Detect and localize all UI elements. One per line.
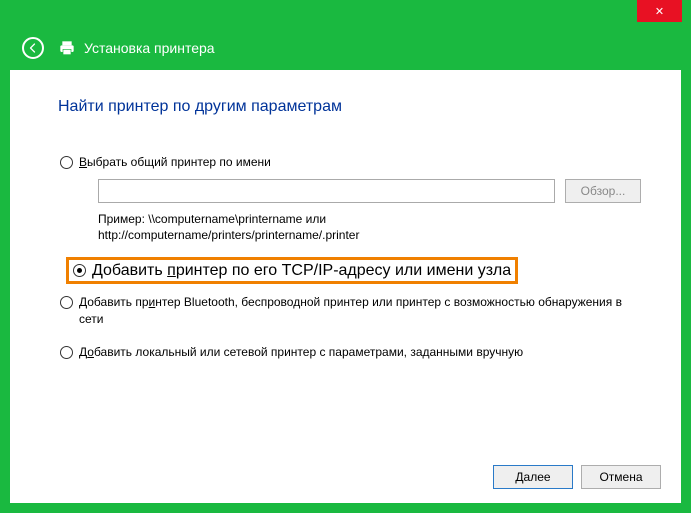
radio-local-manual[interactable] xyxy=(60,346,73,359)
close-button[interactable]: ✕ xyxy=(637,0,682,22)
titlebar: ✕ xyxy=(0,0,691,28)
browse-button: Обзор... xyxy=(565,179,641,203)
wizard-title: Установка принтера xyxy=(84,40,215,56)
next-button[interactable]: Далее xyxy=(493,465,573,489)
footer-buttons: Далее Отмена xyxy=(493,465,661,489)
page-heading: Найти принтер по другим параметрам xyxy=(58,98,641,116)
arrow-left-icon xyxy=(27,42,39,54)
radio-tcpip[interactable] xyxy=(73,264,86,277)
printer-icon xyxy=(58,40,76,56)
option-bluetooth-wireless[interactable]: Добавить принтер Bluetooth, беспроводной… xyxy=(60,294,641,328)
options-group: Выбрать общий принтер по имени Обзор... … xyxy=(60,154,641,361)
option-shared-by-name[interactable]: Выбрать общий принтер по имени xyxy=(60,154,641,171)
close-icon: ✕ xyxy=(655,5,664,18)
option-label: Добавить локальный или сетевой принтер с… xyxy=(79,344,523,361)
cancel-button[interactable]: Отмена xyxy=(581,465,661,489)
option-tcpip-highlighted[interactable]: Добавить принтер по его TCP/IP-адресу ил… xyxy=(66,257,518,284)
printer-name-input[interactable] xyxy=(98,179,555,203)
radio-shared-by-name[interactable] xyxy=(60,156,73,169)
content-area: Найти принтер по другим параметрам Выбра… xyxy=(10,70,681,503)
name-input-row: Обзор... xyxy=(98,179,641,203)
wizard-header: Установка принтера xyxy=(0,28,691,68)
option-label: Добавить принтер по его TCP/IP-адресу ил… xyxy=(92,262,511,279)
radio-bluetooth[interactable] xyxy=(60,296,73,309)
option-local-manual[interactable]: Добавить локальный или сетевой принтер с… xyxy=(60,344,641,361)
option-label: Добавить принтер Bluetooth, беспроводной… xyxy=(79,294,641,328)
example-text: Пример: \\computername\printername или h… xyxy=(98,211,641,243)
back-button[interactable] xyxy=(22,37,44,59)
option-label: Выбрать общий принтер по имени xyxy=(79,154,271,171)
